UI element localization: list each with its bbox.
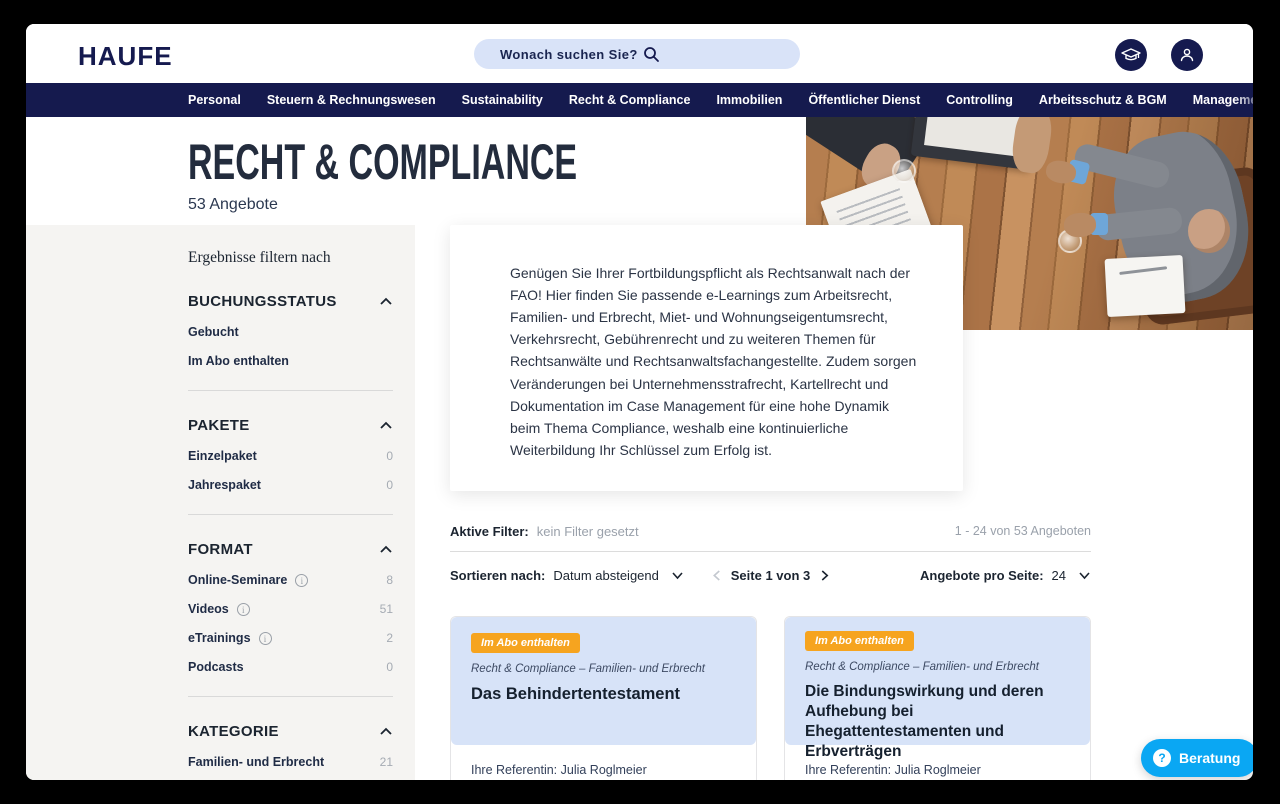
course-card[interactable]: Im Abo enthalten Recht & Compliance – Fa… [784, 616, 1091, 780]
divider [188, 514, 393, 515]
card-referent: Ihre Referentin: Julia Roglmeier [805, 763, 1070, 777]
active-filter-row: Aktive Filter: kein Filter gesetzt 1 - 2… [450, 524, 1091, 539]
filter-sidebar: Ergebnisse filtern nach BUCHUNGSSTATUS G… [26, 225, 415, 780]
filter-count: 51 [380, 602, 393, 616]
nav-item-sustainability[interactable]: Sustainability [462, 93, 543, 107]
card-title: Das Behindertentestament [471, 684, 736, 705]
sort-row: Sortieren nach: Datum absteigend Seite 1… [450, 568, 1091, 583]
card-referent: Ihre Referentin: Julia Roglmeier [471, 763, 736, 777]
intro-text: Genügen Sie Ihrer Fortbildungspflicht al… [510, 262, 920, 461]
pagination: Seite 1 von 3 [712, 568, 829, 583]
page-next-button[interactable] [820, 569, 829, 582]
filter-count: 0 [386, 660, 393, 674]
filter-option-podcasts[interactable]: Podcasts 0 [188, 660, 393, 674]
sort-dropdown[interactable]: Sortieren nach: Datum absteigend [450, 568, 684, 583]
main-nav: Personal Steuern & Rechnungswesen Sustai… [26, 83, 1253, 117]
card-header: Im Abo enthalten Recht & Compliance – Fa… [451, 617, 756, 745]
nav-item-arbeitsschutz[interactable]: Arbeitsschutz & BGM [1039, 93, 1167, 107]
nav-item-immobilien[interactable]: Immobilien [716, 93, 782, 107]
header: HAUFE Wonach suchen Sie? [26, 24, 1253, 83]
per-page-dropdown[interactable]: Angebote pro Seite: 24 [920, 568, 1091, 583]
filter-section-kategorie[interactable]: KATEGORIE [188, 723, 393, 740]
subscription-badge: Im Abo enthalten [805, 631, 914, 651]
divider [450, 551, 1091, 552]
divider [188, 390, 393, 391]
page-prev-button[interactable] [712, 569, 721, 582]
user-icon [1178, 46, 1196, 64]
filter-count: 21 [380, 755, 393, 769]
chevron-up-icon[interactable] [379, 297, 393, 306]
filter-count: 8 [386, 573, 393, 587]
search-input[interactable]: Wonach suchen Sie? [474, 39, 800, 69]
card-category: Recht & Compliance – Familien- und Erbre… [805, 661, 1070, 673]
nav-item-oeffentlicher-dienst[interactable]: Öffentlicher Dienst [808, 93, 920, 107]
filter-option-familien-erbrecht[interactable]: Familien- und Erbrecht 21 [188, 755, 393, 769]
search-placeholder: Wonach suchen Sie? [500, 47, 643, 62]
search-icon[interactable] [643, 46, 786, 63]
page-title: RECHT & COMPLIANCE [188, 137, 577, 187]
haufe-logo[interactable]: HAUFE [78, 41, 173, 72]
filter-section-format[interactable]: FORMAT [188, 541, 393, 558]
info-icon[interactable]: i [237, 603, 250, 616]
beratung-button[interactable]: ? Beratung [1141, 739, 1253, 777]
filter-option-einzelpaket[interactable]: Einzelpaket 0 [188, 449, 393, 463]
filter-option-online-seminare[interactable]: Online-Seminare i 8 [188, 573, 393, 587]
filter-section-buchungsstatus[interactable]: BUCHUNGSSTATUS [188, 293, 393, 310]
active-filter-label: Aktive Filter: [450, 524, 529, 539]
card-header: Im Abo enthalten Recht & Compliance – Fa… [785, 617, 1090, 745]
filter-option-gebucht[interactable]: Gebucht [188, 325, 393, 339]
result-range: 1 - 24 von 53 Angeboten [955, 524, 1091, 538]
chevron-up-icon[interactable] [379, 545, 393, 554]
intro-card: Genügen Sie Ihrer Fortbildungspflicht al… [450, 225, 963, 491]
chevron-up-icon[interactable] [379, 421, 393, 430]
page-info: Seite 1 von 3 [731, 568, 810, 583]
filter-option-etrainings[interactable]: eTrainings i 2 [188, 631, 393, 645]
active-filter-value: kein Filter gesetzt [537, 524, 639, 539]
card-category: Recht & Compliance – Familien- und Erbre… [471, 663, 736, 675]
result-count: 53 Angebote [188, 196, 760, 214]
nav-item-recht-compliance[interactable]: Recht & Compliance [569, 93, 691, 107]
chevron-down-icon[interactable] [671, 571, 684, 580]
divider [188, 696, 393, 697]
course-card[interactable]: Im Abo enthalten Recht & Compliance – Fa… [450, 616, 757, 780]
graduation-cap-icon [1121, 46, 1141, 64]
filter-count: 2 [386, 631, 393, 645]
nav-item-personal[interactable]: Personal [188, 93, 241, 107]
info-icon[interactable]: i [295, 574, 308, 587]
info-icon[interactable]: i [259, 632, 272, 645]
chevron-up-icon[interactable] [379, 727, 393, 736]
filter-count: 0 [386, 478, 393, 492]
nav-item-steuern[interactable]: Steuern & Rechnungswesen [267, 93, 436, 107]
nav-item-management[interactable]: Management [1193, 93, 1253, 107]
filter-count: 0 [386, 449, 393, 463]
nav-item-controlling[interactable]: Controlling [946, 93, 1013, 107]
filter-option-im-abo-enthalten[interactable]: Im Abo enthalten [188, 354, 393, 368]
hero-section: RECHT & COMPLIANCE 53 Angebote [188, 117, 760, 214]
chevron-down-icon[interactable] [1078, 571, 1091, 580]
card-grid: Im Abo enthalten Recht & Compliance – Fa… [450, 616, 1091, 780]
filter-section-pakete[interactable]: PAKETE [188, 417, 393, 434]
main-content: Genügen Sie Ihrer Fortbildungspflicht al… [450, 225, 1091, 780]
academy-button[interactable] [1115, 39, 1147, 71]
card-body: Ihre Referentin: Julia Roglmeier Der Vor… [451, 745, 756, 780]
filter-option-videos[interactable]: Videos i 51 [188, 602, 393, 616]
question-icon: ? [1153, 749, 1171, 767]
account-button[interactable] [1171, 39, 1203, 71]
filter-option-jahrespaket[interactable]: Jahrespaket 0 [188, 478, 393, 492]
subscription-badge: Im Abo enthalten [471, 633, 580, 653]
page-frame: HAUFE Wonach suchen Sie? Personal Steuer… [26, 24, 1253, 780]
filter-title: Ergebnisse filtern nach [188, 249, 393, 267]
